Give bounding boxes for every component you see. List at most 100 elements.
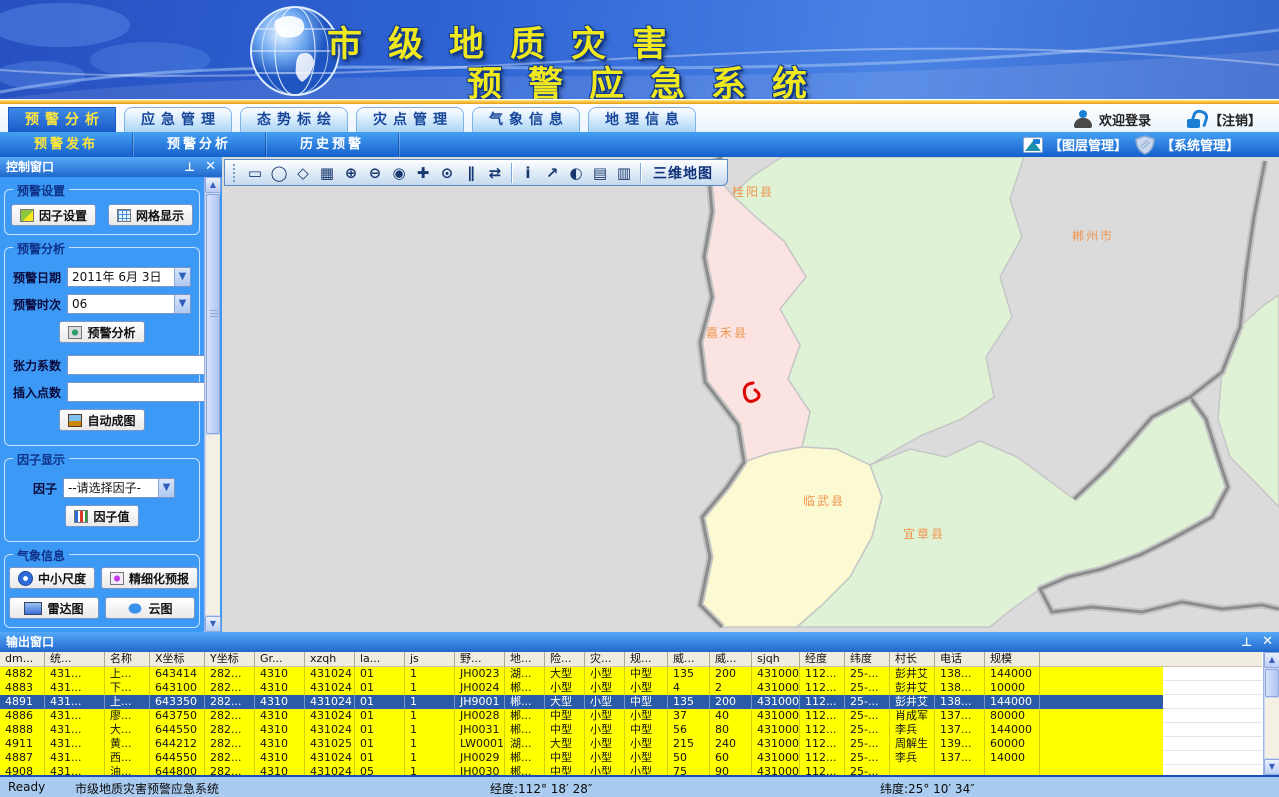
- table-row-4891[interactable]: 4891431...上...643350282...4310431024011J…: [0, 695, 1262, 709]
- table-cell: 4310: [255, 709, 305, 723]
- main-tab-4[interactable]: 气象信息: [472, 107, 580, 132]
- measure-distance-icon[interactable]: ▭: [243, 162, 267, 184]
- table-row-4908[interactable]: 4908431...油...644800282...4310431024051J…: [0, 765, 1262, 775]
- panel-scrollbar[interactable]: ▲ ▼: [204, 177, 220, 632]
- grid-display-button[interactable]: 网格显示: [108, 204, 193, 226]
- print-icon[interactable]: ▤: [588, 162, 612, 184]
- main-tab-1[interactable]: 应急管理: [124, 107, 232, 132]
- tension-coefficient-label: 张力系数: [13, 357, 61, 374]
- main-tab-3[interactable]: 灾点管理: [356, 107, 464, 132]
- fine-forecast-button[interactable]: 精细化预报: [101, 567, 198, 589]
- output-column-header-10[interactable]: 地...: [505, 652, 545, 667]
- output-column-header-1[interactable]: 统...: [45, 652, 105, 667]
- submenu-item-2[interactable]: 历史预警: [266, 132, 399, 157]
- table-row-4882[interactable]: 4882431...上...643414282...4310431024011J…: [0, 667, 1262, 681]
- logout-button[interactable]: 【注销】: [1187, 110, 1261, 129]
- main-tab-0[interactable]: 预警分析: [8, 107, 116, 132]
- pin-icon[interactable]: ⊥: [184, 160, 195, 174]
- map-canvas[interactable]: 桂阳县郴州市嘉禾县临武县宜章县 ▭◯◇▦⊕⊖◉✚⊙∥⇄i↗◐▤▥ 三维地图: [222, 157, 1279, 632]
- output-column-header-5[interactable]: Gr...: [255, 652, 305, 667]
- output-column-header-3[interactable]: X坐标: [150, 652, 205, 667]
- output-column-header-2[interactable]: 名称: [105, 652, 150, 667]
- main-tab-2[interactable]: 态势标绘: [240, 107, 348, 132]
- close-icon[interactable]: ✕: [1262, 634, 1273, 649]
- zoom-out-icon[interactable]: ⊖: [363, 162, 387, 184]
- factor-value-button[interactable]: 因子值: [65, 505, 138, 527]
- output-column-header-19[interactable]: 村长: [890, 652, 935, 667]
- close-icon[interactable]: ✕: [205, 159, 216, 174]
- table-cell: 小型: [585, 709, 625, 723]
- radar-map-button[interactable]: 雷达图: [9, 597, 99, 619]
- table-row-4911[interactable]: 4911431...黄...644212282...4310431025011L…: [0, 737, 1262, 751]
- table-cell: 4887: [0, 751, 45, 765]
- grid-icon[interactable]: ▦: [315, 162, 339, 184]
- insert-points-label: 插入点数: [13, 384, 61, 401]
- table-cell: 25-...: [845, 681, 890, 695]
- output-column-header-6[interactable]: xzqh: [305, 652, 355, 667]
- cloud-map-button[interactable]: 云图: [105, 597, 195, 619]
- full-extent-globe-icon[interactable]: ◉: [387, 162, 411, 184]
- table-cell: 1: [405, 723, 455, 737]
- output-column-header-17[interactable]: 经度: [800, 652, 845, 667]
- submenu-item-1[interactable]: 预警分析: [133, 132, 266, 157]
- history-clock-icon[interactable]: ◐: [564, 162, 588, 184]
- table-row-4883[interactable]: 4883431...下...643100282...4310431024011J…: [0, 681, 1262, 695]
- zoom-in-icon[interactable]: ⊕: [339, 162, 363, 184]
- output-column-header-11[interactable]: 险...: [545, 652, 585, 667]
- output-column-header-0[interactable]: dm...: [0, 652, 45, 667]
- output-column-header-13[interactable]: 规...: [625, 652, 668, 667]
- meso-scale-button[interactable]: 中小尺度: [9, 567, 95, 589]
- output-column-header-4[interactable]: Y坐标: [205, 652, 255, 667]
- export-icon[interactable]: ↗: [540, 162, 564, 184]
- print-preview-icon[interactable]: ▥: [612, 162, 636, 184]
- output-column-header-16[interactable]: sjqh: [752, 652, 800, 667]
- flower-icon: [110, 572, 124, 585]
- output-column-header-15[interactable]: 威...: [710, 652, 752, 667]
- main-tab-5[interactable]: 地理信息: [588, 107, 696, 132]
- factor-settings-button[interactable]: 因子设置: [11, 204, 96, 226]
- output-column-header-8[interactable]: js: [405, 652, 455, 667]
- output-column-header-12[interactable]: 灾...: [585, 652, 625, 667]
- table-row-4888[interactable]: 4888431...大...644550282...4310431024011J…: [0, 723, 1262, 737]
- welcome-login[interactable]: 欢迎登录: [1073, 110, 1151, 129]
- layer-management-button[interactable]: 【图层管理】: [1023, 135, 1127, 154]
- scroll-down-icon[interactable]: ▼: [1264, 759, 1279, 775]
- scroll-up-icon[interactable]: ▲: [1264, 652, 1279, 668]
- zoom-select-icon[interactable]: ⊙: [435, 162, 459, 184]
- warning-time-select[interactable]: 06 ▼: [67, 294, 191, 314]
- swap-arrows-icon[interactable]: ⇄: [483, 162, 507, 184]
- output-scrollbar[interactable]: ▲ ▼: [1263, 652, 1279, 775]
- tension-coefficient-input[interactable]: [67, 355, 204, 375]
- output-column-header-9[interactable]: 野...: [455, 652, 505, 667]
- logout-label: 【注销】: [1209, 110, 1261, 129]
- toolbar-grip[interactable]: [233, 164, 237, 182]
- insert-points-input[interactable]: [67, 382, 204, 402]
- table-row-4887[interactable]: 4887431...西...644550282...4310431024011J…: [0, 751, 1262, 765]
- pan-hand-icon[interactable]: ✚: [411, 162, 435, 184]
- measure-polygon-icon[interactable]: ◇: [291, 162, 315, 184]
- warning-date-select[interactable]: 2011年 6月 3日 ▼: [67, 267, 191, 287]
- scrollbar-thumb[interactable]: [206, 194, 220, 434]
- output-column-header-21[interactable]: 规模: [985, 652, 1040, 667]
- auto-map-button[interactable]: 自动成图: [59, 409, 144, 431]
- warning-analysis-button[interactable]: 预警分析: [59, 321, 144, 343]
- info-icon[interactable]: i: [516, 162, 540, 184]
- pin-icon[interactable]: ⊥: [1241, 635, 1252, 649]
- output-column-header-20[interactable]: 电话: [935, 652, 985, 667]
- scroll-up-icon[interactable]: ▲: [205, 177, 221, 193]
- output-column-header-7[interactable]: la...: [355, 652, 405, 667]
- output-column-header-14[interactable]: 威...: [668, 652, 710, 667]
- pause-icon[interactable]: ∥: [459, 162, 483, 184]
- table-cell: 中型: [625, 723, 668, 737]
- factor-select[interactable]: --请选择因子- ▼: [63, 478, 175, 498]
- group-weather: 气象信息 中小尺度 精细化预报: [4, 554, 200, 628]
- scroll-down-icon[interactable]: ▼: [205, 616, 221, 632]
- output-column-header-18[interactable]: 纬度: [845, 652, 890, 667]
- scrollbar-thumb[interactable]: [1265, 669, 1279, 697]
- warning-time-value: 06: [68, 295, 174, 313]
- 3d-map-button[interactable]: 三维地图: [645, 163, 721, 183]
- system-management-button[interactable]: 【系统管理】: [1135, 135, 1239, 155]
- table-row-4886[interactable]: 4886431...廖...643750282...4310431024011J…: [0, 709, 1262, 723]
- submenu-item-0[interactable]: 预警发布: [0, 132, 133, 157]
- measure-circle-icon[interactable]: ◯: [267, 162, 291, 184]
